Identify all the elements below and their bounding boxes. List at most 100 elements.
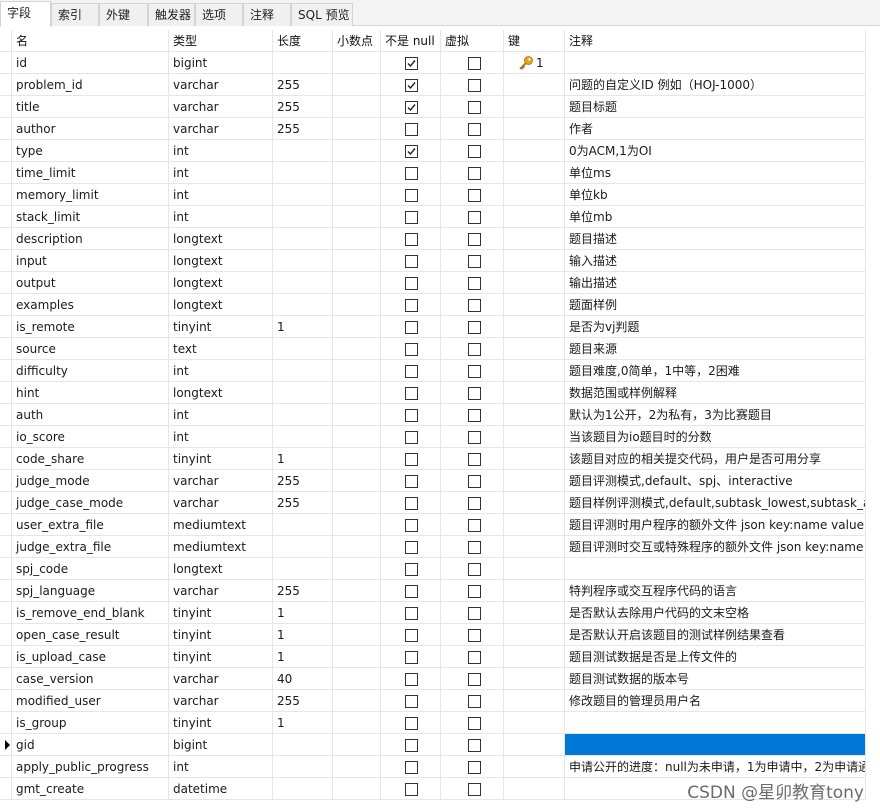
tab-indexes[interactable]: 索引 [51,3,99,26]
row-gutter[interactable] [0,756,12,778]
field-key-cell[interactable] [504,250,565,272]
field-length-cell[interactable] [273,778,333,800]
field-length-cell[interactable] [273,536,333,558]
field-length-cell[interactable]: 255 [273,74,333,96]
virtual-checkbox[interactable] [468,761,481,774]
field-not-null-cell[interactable] [381,316,441,338]
field-virtual-cell[interactable] [441,96,504,118]
field-key-cell[interactable] [504,382,565,404]
field-type-cell[interactable]: varchar [169,492,273,514]
virtual-checkbox[interactable] [468,563,481,576]
virtual-checkbox[interactable] [468,101,481,114]
field-name-cell[interactable]: user_extra_file [12,514,169,536]
field-name-cell[interactable]: auth [12,404,169,426]
field-decimals-cell[interactable] [333,272,381,294]
field-type-cell[interactable]: int [169,162,273,184]
field-virtual-cell[interactable] [441,52,504,74]
field-name-cell[interactable]: hint [12,382,169,404]
field-length-cell[interactable] [273,250,333,272]
field-virtual-cell[interactable] [441,360,504,382]
field-name-cell[interactable]: author [12,118,169,140]
field-decimals-cell[interactable] [333,602,381,624]
field-name-cell[interactable]: apply_public_progress [12,756,169,778]
field-name-cell[interactable]: time_limit [12,162,169,184]
row-gutter[interactable] [0,338,12,360]
field-length-cell[interactable]: 40 [273,668,333,690]
field-length-cell[interactable] [273,162,333,184]
field-decimals-cell[interactable] [333,404,381,426]
virtual-checkbox[interactable] [468,717,481,730]
row-gutter[interactable] [0,382,12,404]
row-gutter[interactable] [0,602,12,624]
field-name-cell[interactable]: memory_limit [12,184,169,206]
field-decimals-cell[interactable] [333,580,381,602]
field-decimals-cell[interactable] [333,514,381,536]
field-virtual-cell[interactable] [441,602,504,624]
field-name-cell[interactable]: gmt_create [12,778,169,800]
field-key-cell[interactable] [504,228,565,250]
field-key-cell[interactable] [504,74,565,96]
field-decimals-cell[interactable] [333,536,381,558]
field-virtual-cell[interactable] [441,624,504,646]
tab-foreign-keys[interactable]: 外键 [99,3,148,26]
field-virtual-cell[interactable] [441,646,504,668]
table-row[interactable]: description longtext 题目描述 [0,228,866,250]
field-name-cell[interactable]: examples [12,294,169,316]
field-length-cell[interactable]: 1 [273,602,333,624]
field-length-cell[interactable] [273,206,333,228]
field-decimals-cell[interactable] [333,690,381,712]
row-gutter[interactable] [0,184,12,206]
virtual-checkbox[interactable] [468,519,481,532]
table-row[interactable]: time_limit int 单位ms [0,162,866,184]
field-comment-cell[interactable]: 是否默认去除用户代码的文末空格 [565,602,866,624]
field-key-cell[interactable] [504,602,565,624]
field-virtual-cell[interactable] [441,492,504,514]
field-key-cell[interactable] [504,272,565,294]
field-type-cell[interactable]: tinyint [169,316,273,338]
row-gutter[interactable] [0,74,12,96]
field-decimals-cell[interactable] [333,294,381,316]
virtual-checkbox[interactable] [468,695,481,708]
field-name-cell[interactable]: judge_case_mode [12,492,169,514]
virtual-checkbox[interactable] [468,299,481,312]
field-key-cell[interactable] [504,536,565,558]
table-row[interactable]: judge_case_mode varchar 255 题目样例评测模式,defaul… [0,492,866,514]
field-type-cell[interactable]: text [169,338,273,360]
field-not-null-cell[interactable] [381,668,441,690]
field-comment-cell[interactable]: 数据范围或样例解释 [565,382,866,404]
tab-comment[interactable]: 注释 [243,3,291,26]
field-type-cell[interactable]: tinyint [169,448,273,470]
field-comment-cell[interactable]: 题目测试数据是否是上传文件的 [565,646,866,668]
virtual-checkbox[interactable] [468,387,481,400]
table-row[interactable]: case_version varchar 40 题目测试数据的版本号 [0,668,866,690]
table-row[interactable]: judge_mode varchar 255 题目评测模式,default、spj、i… [0,470,866,492]
row-gutter[interactable] [0,96,12,118]
field-decimals-cell[interactable] [333,382,381,404]
field-name-cell[interactable]: title [12,96,169,118]
field-length-cell[interactable]: 1 [273,624,333,646]
field-key-cell[interactable] [504,294,565,316]
field-virtual-cell[interactable] [441,140,504,162]
field-decimals-cell[interactable] [333,316,381,338]
row-gutter[interactable] [0,206,12,228]
field-type-cell[interactable]: varchar [169,690,273,712]
field-virtual-cell[interactable] [441,668,504,690]
tab-fields[interactable]: 字段 [0,1,51,27]
field-decimals-cell[interactable] [333,118,381,140]
not-null-checkbox[interactable] [405,211,418,224]
field-length-cell[interactable] [273,52,333,74]
column-header-comment[interactable]: 注释 [565,30,866,52]
field-comment-cell[interactable]: 题目测试数据的版本号 [565,668,866,690]
field-comment-cell[interactable]: 是否为vj判题 [565,316,866,338]
table-row[interactable]: memory_limit int 单位kb [0,184,866,206]
field-comment-cell[interactable] [565,52,866,74]
field-type-cell[interactable]: int [169,206,273,228]
not-null-checkbox[interactable] [405,409,418,422]
field-comment-cell[interactable]: 题目描述 [565,228,866,250]
field-not-null-cell[interactable] [381,360,441,382]
field-type-cell[interactable]: longtext [169,272,273,294]
field-not-null-cell[interactable] [381,756,441,778]
field-type-cell[interactable]: longtext [169,382,273,404]
virtual-checkbox[interactable] [468,79,481,92]
field-length-cell[interactable] [273,140,333,162]
